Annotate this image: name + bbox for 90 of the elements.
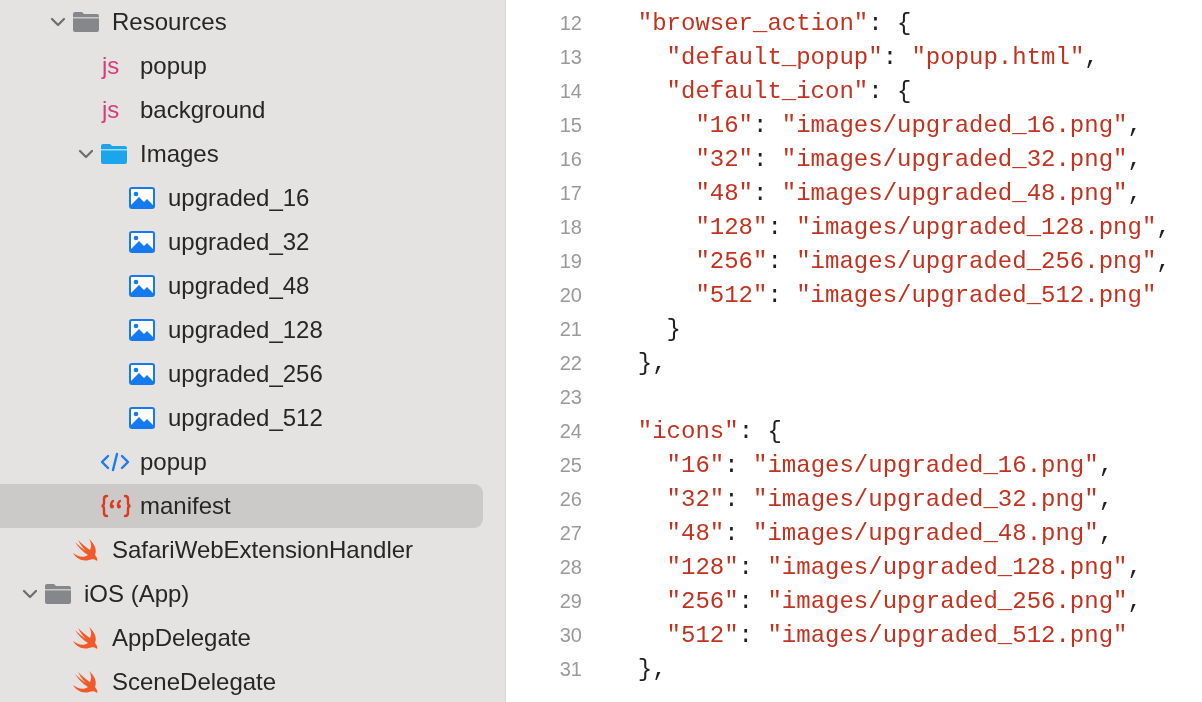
chevron-down-icon[interactable] [50, 17, 66, 27]
navigator-row[interactable]: SafariWebExtensionHandler [0, 528, 483, 572]
code-line: "48": "images/upgraded_48.png", [695, 179, 1142, 207]
line-number: 26 [558, 487, 582, 511]
line-number: 31 [558, 657, 582, 681]
code-line: "16": "images/upgraded_16.png", [695, 111, 1142, 139]
image-icon [128, 274, 156, 298]
folder-icon [44, 583, 72, 605]
js-file-icon: js [100, 98, 120, 122]
line-number: 14 [558, 79, 582, 103]
file-name: manifest [140, 492, 231, 520]
code-line: "256": "images/upgraded_256.png", [695, 247, 1171, 275]
code-line: "256": "images/upgraded_256.png", [666, 587, 1142, 615]
image-icon [128, 406, 156, 430]
js-file-icon: js [100, 54, 120, 78]
image-icon [128, 318, 156, 342]
line-number: 22 [558, 351, 582, 375]
bird-icon [72, 669, 100, 695]
file-name: SafariWebExtensionHandler [112, 536, 414, 564]
file-name: background [140, 96, 266, 124]
line-number: 16 [558, 147, 582, 171]
line-number: 20 [558, 283, 582, 307]
navigator-row[interactable]: manifest [0, 484, 483, 528]
chevron-down-icon[interactable] [78, 149, 94, 159]
navigator-row[interactable]: upgraded_256 [0, 352, 483, 396]
navigator-row[interactable]: Resources [0, 0, 483, 44]
line-number: 28 [558, 555, 582, 579]
file-name: Images [140, 140, 219, 168]
file-name: upgraded_512 [168, 404, 323, 432]
file-name: upgraded_128 [168, 316, 323, 344]
file-name: Resources [112, 8, 227, 36]
line-number: 30 [558, 623, 582, 647]
folder-icon [100, 143, 128, 165]
line-number: 12 [558, 11, 582, 35]
code-line: "16": "images/upgraded_16.png", [666, 451, 1114, 479]
line-number: 27 [558, 521, 582, 545]
braces-icon [100, 494, 132, 518]
line-number: 21 [558, 317, 582, 341]
chevron-down-icon[interactable] [22, 589, 38, 599]
code-line: }, [637, 655, 667, 683]
code-line: "32": "images/upgraded_32.png", [695, 145, 1142, 173]
navigator-row[interactable]: upgraded_512 [0, 396, 483, 440]
file-name: iOS (App) [84, 580, 190, 608]
line-number: 29 [558, 589, 582, 613]
code-line: "128": "images/upgraded_128.png", [666, 553, 1142, 581]
code-line: "icons": { [637, 417, 782, 445]
line-number: 17 [558, 181, 582, 205]
code-icon [100, 452, 130, 472]
file-name: upgraded_256 [168, 360, 323, 388]
navigator-row[interactable]: iOS (App) [0, 572, 483, 616]
file-name: popup [140, 52, 207, 80]
code-line: "default_icon": { [666, 77, 912, 105]
bird-icon [72, 537, 100, 563]
code-line: "browser_action": { [637, 9, 912, 37]
line-number: 18 [558, 215, 582, 239]
line-number: 23 [558, 385, 582, 409]
line-number: 24 [558, 419, 582, 443]
file-name: upgraded_32 [168, 228, 310, 256]
navigator-row[interactable]: AppDelegate [0, 616, 483, 660]
image-icon [128, 362, 156, 386]
file-name: popup [140, 448, 207, 476]
file-name: upgraded_48 [168, 272, 310, 300]
code-line: "512": "images/upgraded_512.png" [666, 621, 1128, 649]
code-line: "128": "images/upgraded_128.png", [695, 213, 1171, 241]
navigator-row[interactable]: upgraded_16 [0, 176, 483, 220]
image-icon [128, 230, 156, 254]
navigator-row[interactable]: popup [0, 440, 483, 484]
file-name: SceneDelegate [112, 668, 277, 696]
code-line: "default_popup": "popup.html", [666, 43, 1099, 71]
line-number: 15 [558, 113, 582, 137]
line-number: 13 [558, 45, 582, 69]
navigator-row[interactable]: SceneDelegate [0, 660, 483, 702]
line-number: 19 [558, 249, 582, 273]
code-line: "32": "images/upgraded_32.png", [666, 485, 1114, 513]
folder-icon [72, 11, 100, 33]
code-line: "512": "images/upgraded_512.png" [695, 281, 1157, 309]
navigator-row[interactable]: upgraded_32 [0, 220, 483, 264]
navigator-row[interactable]: upgraded_48 [0, 264, 483, 308]
navigator-row[interactable]: js popup [0, 44, 483, 88]
navigator-row[interactable]: Images [0, 132, 483, 176]
navigator-row[interactable]: js background [0, 88, 483, 132]
navigator-row[interactable]: upgraded_128 [0, 308, 483, 352]
image-icon [128, 186, 156, 210]
code-line: "48": "images/upgraded_48.png", [666, 519, 1114, 547]
code-line: }, [637, 349, 667, 377]
bird-icon [72, 625, 100, 651]
line-number: 25 [558, 453, 582, 477]
file-name: upgraded_16 [168, 184, 310, 212]
file-name: AppDelegate [112, 624, 251, 652]
code-line: } [666, 315, 681, 343]
